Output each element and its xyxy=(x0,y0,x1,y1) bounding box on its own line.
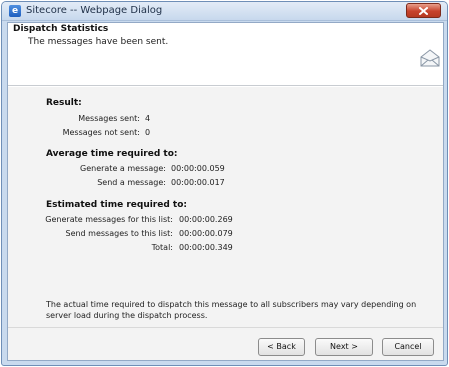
close-icon xyxy=(419,7,428,15)
close-button[interactable] xyxy=(406,3,441,18)
messages-sent-value: 4 xyxy=(145,114,151,123)
estimated-title: Estimated time required to: xyxy=(46,200,188,210)
messages-not-sent-label: Messages not sent: xyxy=(62,128,140,137)
est-generate-value: 00:00:00.269 xyxy=(179,215,233,224)
header-subtitle: The messages have been sent. xyxy=(28,37,169,47)
statistics-panel: Result: Messages sent: 4 Messages not se… xyxy=(8,87,443,327)
avg-generate-label: Generate a message: xyxy=(80,164,166,173)
est-total-label: Total: xyxy=(151,243,173,252)
wizard-footer: < Back Next > Cancel xyxy=(8,327,443,360)
cancel-button[interactable]: Cancel xyxy=(382,338,434,356)
avg-send-label: Send a message: xyxy=(97,178,166,187)
dialog-window: e Sitecore -- Webpage Dialog Dispatch St… xyxy=(1,1,448,366)
header-title: Dispatch Statistics xyxy=(13,24,109,34)
messages-not-sent-value: 0 xyxy=(145,128,151,137)
avg-generate-value: 00:00:00.059 xyxy=(171,164,225,173)
est-total-value: 00:00:00.349 xyxy=(179,243,233,252)
est-send-value: 00:00:00.079 xyxy=(179,229,233,238)
dialog-client: Dispatch Statistics The messages have be… xyxy=(7,22,444,361)
window-title: Sitecore -- Webpage Dialog xyxy=(26,5,163,16)
messages-sent-label: Messages sent: xyxy=(78,114,140,123)
avg-send-value: 00:00:00.017 xyxy=(171,178,225,187)
result-title: Result: xyxy=(46,98,82,108)
envelope-icon xyxy=(420,49,440,67)
est-send-label: Send messages to this list: xyxy=(65,229,173,238)
average-title: Average time required to: xyxy=(46,149,178,159)
dispatch-note: The actual time required to dispatch thi… xyxy=(46,300,417,320)
est-generate-label: Generate messages for this list: xyxy=(45,215,173,224)
ie-page-icon: e xyxy=(9,5,21,17)
title-bar[interactable]: e Sitecore -- Webpage Dialog xyxy=(2,2,447,21)
wizard-header: Dispatch Statistics The messages have be… xyxy=(8,23,443,86)
back-button[interactable]: < Back xyxy=(258,338,305,356)
next-button[interactable]: Next > xyxy=(315,338,373,356)
